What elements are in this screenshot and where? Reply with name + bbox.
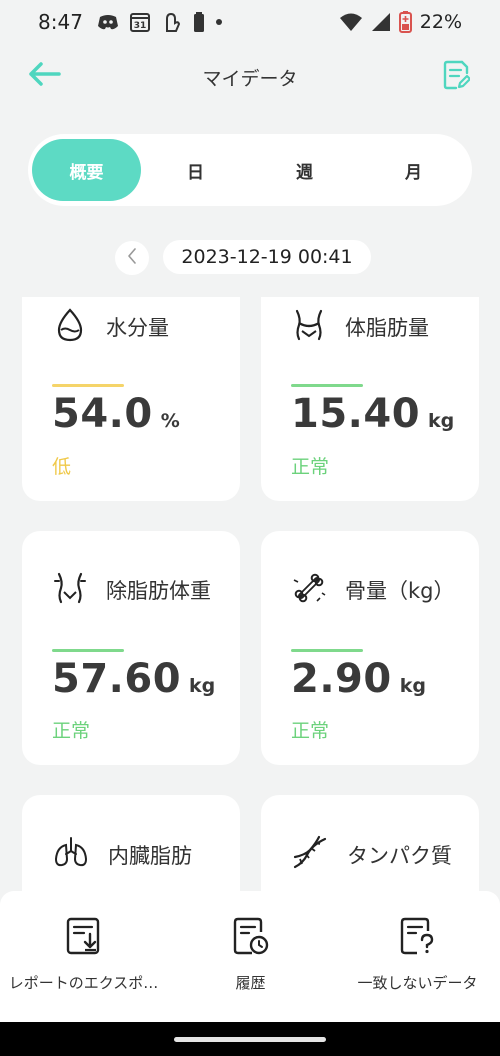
value-number: 57.60 [52,656,182,702]
body-fat-icon [291,307,327,347]
dot-icon [215,18,223,26]
value-unit: % [160,410,180,432]
metric-card-lean-body-mass[interactable]: 除脂肪体重 57.60 kg 正常 [22,531,240,765]
card-header: 体脂肪量 [291,307,429,347]
card-title: 体脂肪量 [345,316,429,340]
card-header: タンパク質 [291,835,452,875]
status-icons-right: 22% [339,0,462,44]
report-button[interactable] [440,60,472,94]
status-indicator-bar [291,649,363,652]
unmatched-data-button[interactable]: 一致しないデータ [334,891,500,1022]
card-header: 水分量 [52,307,169,347]
calendar-day-text: 31 [134,21,147,31]
export-report-label: レポートのエクスポ… [8,974,159,992]
chevron-left-icon [126,248,138,268]
lungs-icon [52,835,90,875]
system-navigation-bar [0,1022,500,1056]
value-number: 54.0 [52,391,153,437]
status-time: 8:47 [38,10,83,34]
document-edit-icon [442,60,472,94]
status-label: 正常 [52,720,91,742]
value-unit: kg [399,675,426,697]
wifi-icon [339,12,363,32]
export-report-icon [64,915,104,957]
battery-saver-icon [398,11,412,33]
calendar-icon: 31 [129,11,151,33]
metric-card-body-fat[interactable]: 体脂肪量 15.40 kg 正常 [261,297,479,501]
value-number: 2.90 [291,656,392,702]
tab-month[interactable]: 月 [359,139,468,201]
metric-card-bone-mass[interactable]: 骨量（kg） 2.90 kg 正常 [261,531,479,765]
status-label: 低 [52,456,72,478]
home-gesture-handle[interactable] [174,1037,326,1042]
history-button[interactable]: 履歴 [167,891,334,1022]
status-indicator-bar [52,384,124,387]
dna-icon [291,835,329,875]
status-icons-left: 31 [97,11,223,33]
history-label: 履歴 [235,974,266,992]
card-title: 水分量 [106,316,169,340]
tab-week[interactable]: 週 [250,139,359,201]
period-tabs: 概要 日 週 月 [28,134,472,206]
status-label: 正常 [291,456,330,478]
lean-body-icon [52,570,88,610]
metric-card-water[interactable]: 水分量 54.0 % 低 [22,297,240,501]
app-header: マイデータ [0,50,500,104]
tab-day[interactable]: 日 [141,139,250,201]
card-value: 54.0 % [52,391,180,437]
battery-small-icon [193,12,205,32]
unmatched-data-label: 一致しないデータ [357,974,478,992]
status-label: 正常 [291,720,330,742]
discord-icon [97,13,119,31]
value-unit: kg [189,675,216,697]
unmatched-data-icon [398,915,438,957]
date-display[interactable]: 2023-12-19 00:41 [163,240,371,274]
card-header: 骨量（kg） [291,570,455,610]
card-value: 57.60 kg [52,656,215,702]
my-data-screen: 8:47 31 22% マイデータ 概要 日 週 月 2023-12-19 00… [0,0,500,1056]
card-title: タンパク質 [347,844,452,868]
status-indicator-bar [52,649,124,652]
card-title: 除脂肪体重 [106,579,211,603]
battery-percent: 22% [419,11,462,33]
signal-icon [371,12,391,32]
bone-icon [291,570,327,610]
value-unit: kg [428,410,455,432]
page-title: マイデータ [202,68,298,90]
history-icon [231,915,271,957]
card-header: 内臓脂肪 [52,835,192,875]
status-bar: 8:47 31 22% [0,0,500,44]
tab-overview[interactable]: 概要 [32,139,141,201]
value-number: 15.40 [291,391,421,437]
bottom-action-bar: レポートのエクスポ… 履歴 一致しないデータ [0,891,500,1022]
accessibility-icon [161,11,183,33]
card-title: 骨量（kg） [345,579,455,603]
card-value: 2.90 kg [291,656,426,702]
water-drop-icon [52,307,88,347]
card-value: 15.40 kg [291,391,454,437]
status-indicator-bar [291,384,363,387]
export-report-button[interactable]: レポートのエクスポ… [0,891,167,1022]
card-header: 除脂肪体重 [52,570,211,610]
previous-date-button[interactable] [115,241,149,275]
card-title: 内臓脂肪 [108,844,192,868]
